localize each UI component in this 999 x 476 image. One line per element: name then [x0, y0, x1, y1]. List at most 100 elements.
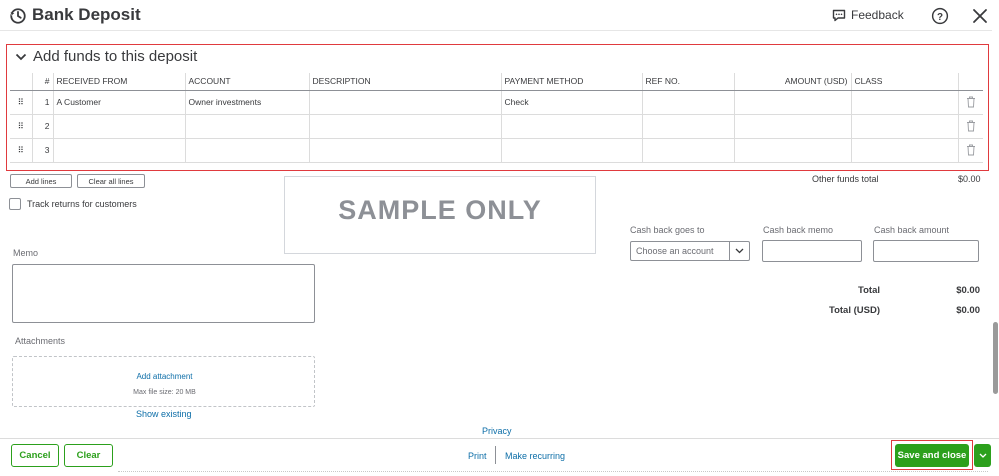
add-attachment-link[interactable]: Add attachment	[13, 372, 316, 381]
page-header: Bank Deposit Feedback ?	[0, 0, 999, 30]
column-header: ACCOUNT	[184, 73, 309, 91]
scrollbar-thumb[interactable]	[993, 322, 998, 394]
memo-textarea[interactable]	[12, 264, 315, 323]
feedback-icon	[832, 9, 846, 21]
total-usd-label: Total (USD)	[828, 305, 880, 316]
cash-back-memo-label: Cash back memo	[763, 225, 834, 235]
track-returns-label: Track returns for customers	[27, 199, 137, 209]
delete-row-cell[interactable]	[957, 114, 983, 139]
privacy-link[interactable]: Privacy	[482, 426, 512, 436]
save-options-button[interactable]	[974, 444, 991, 467]
class-cell[interactable]	[850, 90, 958, 115]
chevron-down-icon[interactable]	[729, 242, 749, 260]
drag-handle-icon[interactable]: ⠿	[10, 138, 32, 163]
header-drag	[10, 73, 32, 91]
amount-cell[interactable]	[733, 90, 851, 115]
total-label: Total	[858, 285, 880, 296]
cash-back-memo-input[interactable]	[762, 240, 862, 262]
column-header: CLASS	[850, 73, 958, 91]
ref-no-cell[interactable]	[641, 138, 734, 163]
cash-back-goes-to-label: Cash back goes to	[630, 225, 705, 235]
class-cell[interactable]	[850, 138, 958, 163]
clear-all-lines-button[interactable]: Clear all lines	[77, 174, 145, 188]
column-header: PAYMENT METHOD	[500, 73, 642, 91]
row-number: 1	[31, 90, 53, 115]
attachment-dropzone[interactable]: Add attachment Max file size: 20 MB	[12, 356, 315, 407]
received-from-cell[interactable]: A Customer	[52, 90, 185, 115]
ref-no-cell[interactable]	[641, 90, 734, 115]
cash-back-amount-label: Cash back amount	[874, 225, 950, 235]
cash-back-account-placeholder: Choose an account	[636, 246, 714, 256]
cash-back-amount-input[interactable]	[873, 240, 979, 262]
max-file-size-text: Max file size: 20 MB	[133, 389, 196, 396]
cancel-button[interactable]: Cancel	[11, 444, 59, 467]
account-cell[interactable]: Owner investments	[184, 90, 309, 115]
add-funds-header[interactable]: Add funds to this deposit	[15, 48, 197, 65]
total-usd-value: $0.00	[956, 305, 980, 316]
payment-method-cell[interactable]: Check	[500, 90, 642, 115]
footer-link-divider	[495, 446, 496, 464]
class-cell[interactable]	[850, 114, 958, 139]
cash-back-account-select[interactable]: Choose an account	[630, 241, 750, 261]
description-cell[interactable]	[308, 90, 501, 115]
ref-no-cell[interactable]	[641, 114, 734, 139]
feedback-label: Feedback	[851, 8, 904, 22]
received-from-cell[interactable]	[52, 138, 185, 163]
column-header: REF NO.	[641, 73, 734, 91]
svg-text:?: ?	[937, 12, 943, 23]
trash-icon[interactable]	[966, 96, 976, 108]
other-funds-value: $0.00	[958, 174, 981, 184]
account-cell[interactable]	[184, 114, 309, 139]
other-funds-label: Other funds total	[812, 174, 879, 184]
chevron-down-icon[interactable]	[15, 51, 27, 63]
help-icon[interactable]: ?	[931, 7, 949, 25]
column-header: RECEIVED FROM	[52, 73, 185, 91]
print-link[interactable]: Print	[468, 451, 487, 461]
delete-row-cell[interactable]	[957, 138, 983, 163]
attachments-label: Attachments	[15, 336, 66, 346]
description-cell[interactable]	[308, 138, 501, 163]
header-delete	[957, 73, 983, 91]
table-row[interactable]: ⠿ 2	[10, 114, 983, 139]
chevron-down-icon	[979, 453, 986, 458]
save-highlight	[891, 440, 973, 470]
deposit-lines-table: # RECEIVED FROM ACCOUNT DESCRIPTION PAYM…	[10, 73, 983, 163]
row-number: 2	[31, 114, 53, 139]
page-title: Bank Deposit	[32, 5, 141, 24]
make-recurring-link[interactable]: Make recurring	[505, 451, 565, 461]
row-number: 3	[31, 138, 53, 163]
track-returns-checkbox[interactable]	[9, 198, 21, 210]
show-existing-link[interactable]: Show existing	[136, 409, 192, 419]
amount-cell[interactable]	[733, 114, 851, 139]
amount-cell[interactable]	[733, 138, 851, 163]
clear-button[interactable]: Clear	[64, 444, 113, 467]
close-icon[interactable]	[972, 8, 988, 24]
footer-dotted-rule	[118, 471, 988, 472]
table-row[interactable]: ⠿ 1 A Customer Owner investments Check	[10, 90, 983, 115]
payment-method-cell[interactable]	[500, 114, 642, 139]
column-header: AMOUNT (USD)	[733, 73, 851, 91]
total-value: $0.00	[956, 285, 980, 296]
add-lines-button[interactable]: Add lines	[10, 174, 72, 188]
footer-divider	[0, 438, 999, 439]
payment-method-cell[interactable]	[500, 138, 642, 163]
column-header: #	[31, 73, 53, 91]
received-from-cell[interactable]	[52, 114, 185, 139]
delete-row-cell[interactable]	[957, 90, 983, 115]
header-divider	[0, 30, 999, 31]
account-cell[interactable]	[184, 138, 309, 163]
drag-handle-icon[interactable]: ⠿	[10, 90, 32, 115]
feedback-button[interactable]: Feedback	[832, 8, 904, 22]
memo-label: Memo	[13, 248, 39, 258]
drag-handle-icon[interactable]: ⠿	[10, 114, 32, 139]
sample-watermark: SAMPLE ONLY	[338, 194, 542, 225]
table-header-row: # RECEIVED FROM ACCOUNT DESCRIPTION PAYM…	[10, 73, 983, 91]
section-title: Add funds to this deposit	[33, 48, 198, 65]
description-cell[interactable]	[308, 114, 501, 139]
trash-icon[interactable]	[966, 144, 976, 156]
table-row[interactable]: ⠿ 3	[10, 138, 983, 163]
sample-watermark-box: SAMPLE ONLY	[284, 176, 596, 254]
column-header: DESCRIPTION	[308, 73, 501, 91]
trash-icon[interactable]	[966, 120, 976, 132]
history-icon[interactable]	[9, 7, 27, 25]
